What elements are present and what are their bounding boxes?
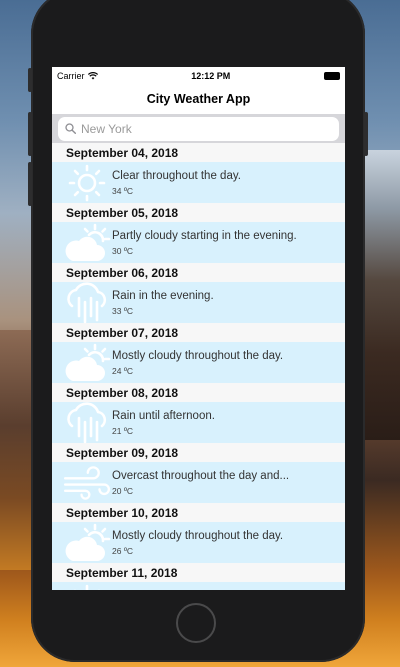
forecast-list[interactable]: September 04, 2018 Clear throughout the … <box>52 143 345 590</box>
forecast-summary: Partly cloudy starting in the evening. <box>112 229 297 242</box>
forecast-row[interactable] <box>52 582 345 590</box>
app-screen: Carrier 12:12 PM City Weather App Septem… <box>52 67 345 590</box>
forecast-row[interactable]: Partly cloudy starting in the evening. 30… <box>52 222 345 263</box>
forecast-text: Mostly cloudy throughout the day. 24 ºC <box>112 350 283 376</box>
power-button <box>364 112 368 156</box>
day-header: September 04, 2018 <box>52 143 345 162</box>
day-header: September 11, 2018 <box>52 563 345 582</box>
day-header: September 07, 2018 <box>52 323 345 342</box>
forecast-row[interactable]: Overcast throughout the day and... 20 ºC <box>52 462 345 503</box>
forecast-row[interactable]: Rain until afternoon. 21 ºC <box>52 401 345 444</box>
forecast-summary: Overcast throughout the day and... <box>112 469 290 482</box>
forecast-text: Rain in the evening. 33 ºC <box>112 290 214 316</box>
forecast-summary: Mostly cloudy throughout the day. <box>112 529 284 542</box>
forecast-text: Mostly cloudy throughout the day. 26 ºC <box>112 530 283 556</box>
search-icon <box>65 123 76 134</box>
rain-icon <box>62 401 112 444</box>
day-header: September 09, 2018 <box>52 443 345 462</box>
wifi-icon <box>87 71 98 79</box>
forecast-text: Partly cloudy starting in the evening. 30… <box>112 230 297 256</box>
volume-down-button <box>28 162 32 206</box>
forecast-row[interactable]: Mostly cloudy throughout the day. 24 ºC <box>52 342 345 383</box>
search-input[interactable] <box>81 121 301 136</box>
forecast-temperature: 24 ºC <box>112 365 134 376</box>
status-time: 12:12 PM <box>191 70 231 81</box>
forecast-summary: Clear throughout the day. <box>112 169 241 182</box>
forecast-temperature: 26 ºC <box>112 545 134 556</box>
forecast-row[interactable]: Mostly cloudy throughout the day. 26 ºC <box>52 522 345 563</box>
volume-up-button <box>28 112 32 156</box>
carrier-label: Carrier <box>57 70 85 81</box>
day-header: September 06, 2018 <box>52 263 345 282</box>
forecast-text: Rain until afternoon. 21 ºC <box>112 410 215 436</box>
partly-cloudy-icon <box>62 343 112 383</box>
forecast-temperature: 30 ºC <box>112 245 134 256</box>
forecast-row[interactable]: Clear throughout the day. 34 ºC <box>52 162 345 203</box>
day-header: September 10, 2018 <box>52 503 345 522</box>
forecast-summary: Rain in the evening. <box>112 289 214 302</box>
status-bar: Carrier 12:12 PM <box>52 67 345 84</box>
forecast-text: Overcast throughout the day and... 20 ºC <box>112 470 289 496</box>
forecast-summary: Mostly cloudy throughout the day. <box>112 349 284 362</box>
forecast-text: Clear throughout the day. 34 ºC <box>112 170 241 196</box>
forecast-temperature: 20 ºC <box>112 485 134 496</box>
rain-icon <box>62 281 112 324</box>
home-button[interactable] <box>176 603 216 643</box>
forecast-temperature: 21 ºC <box>112 425 134 436</box>
forecast-temperature: 34 ºC <box>112 185 134 196</box>
wind-icon <box>62 465 112 501</box>
partly-cloudy-icon <box>62 523 112 563</box>
search-box[interactable] <box>58 116 339 141</box>
day-header: September 08, 2018 <box>52 383 345 402</box>
forecast-temperature: 33 ºC <box>112 305 134 316</box>
sun-icon <box>62 164 112 202</box>
mute-switch <box>28 68 32 92</box>
partly-cloudy-icon <box>62 223 112 263</box>
sun-icon <box>62 584 112 590</box>
forecast-row[interactable]: Rain in the evening. 33 ºC <box>52 281 345 324</box>
forecast-summary: Rain until afternoon. <box>112 409 215 422</box>
day-header: September 05, 2018 <box>52 203 345 222</box>
search-bar <box>52 114 345 143</box>
battery-icon <box>323 71 340 80</box>
nav-title: City Weather App <box>146 92 251 106</box>
